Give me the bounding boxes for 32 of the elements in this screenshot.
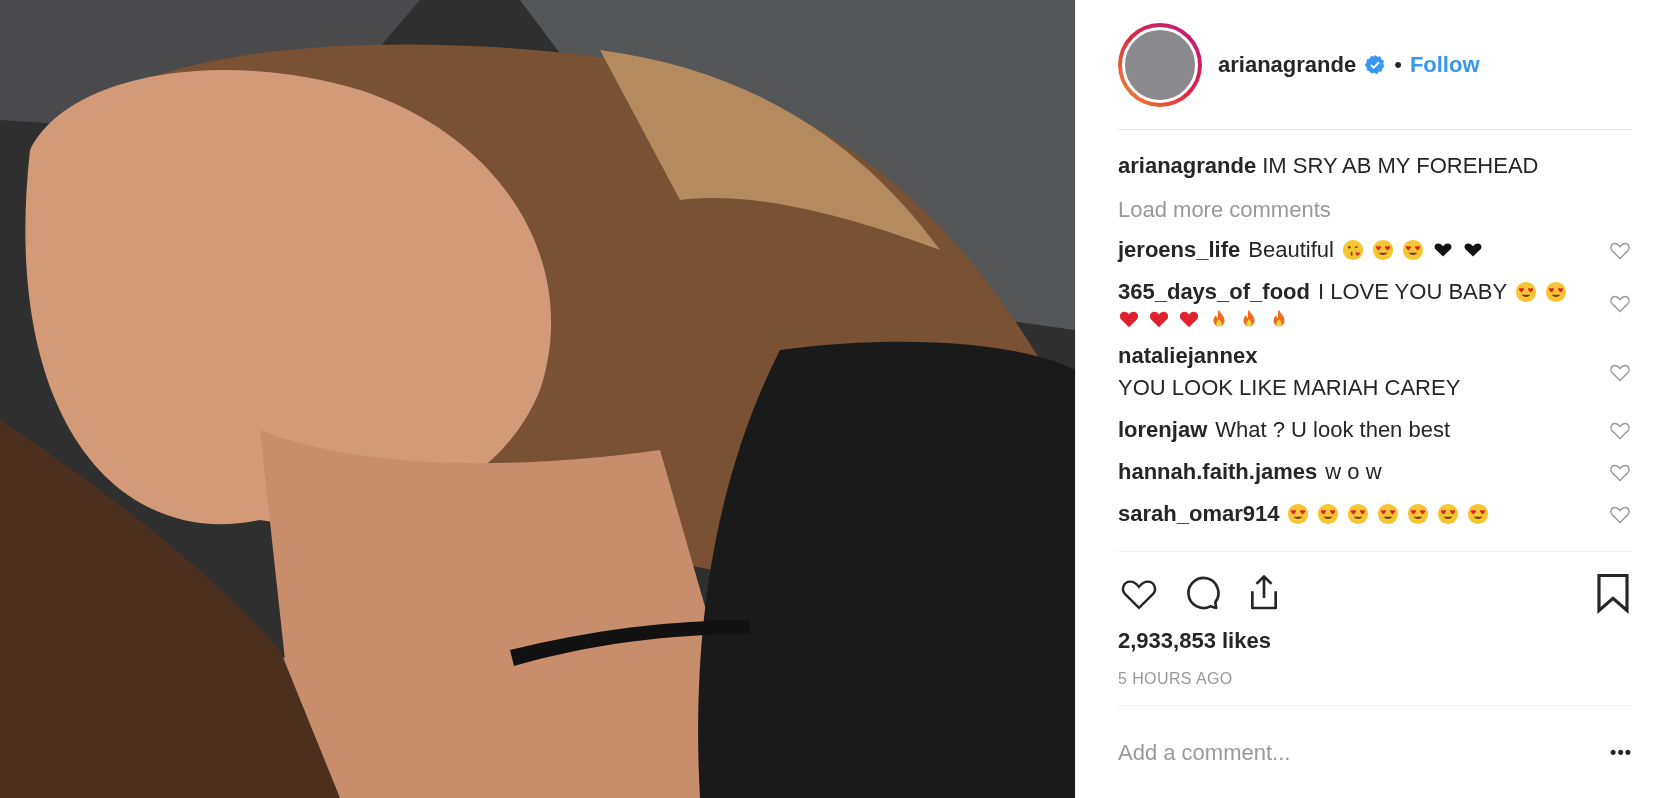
heart-eyes-emoji-icon xyxy=(1347,503,1370,525)
likes-count[interactable]: 2,933,853 likes xyxy=(1118,624,1632,657)
comment-username[interactable]: lorenjaw xyxy=(1118,414,1208,446)
heart-eyes-emoji-icon xyxy=(1515,281,1538,303)
heart-eyes-emoji-icon xyxy=(1377,503,1400,525)
heart-eyes-emoji-icon xyxy=(1371,239,1394,261)
heart-eyes-emoji-icon xyxy=(1287,503,1310,525)
username-link[interactable]: arianagrande xyxy=(1218,48,1357,81)
heart-eyes-emoji-icon xyxy=(1437,503,1460,525)
heart-eyes-emoji-icon xyxy=(1317,503,1340,525)
more-options-button[interactable]: ••• xyxy=(1610,738,1632,766)
comment-input[interactable]: Add a comment... xyxy=(1118,735,1611,769)
comment-username[interactable]: hannah.faith.james xyxy=(1118,456,1318,488)
comment-username[interactable]: 365_days_of_food xyxy=(1118,276,1310,308)
heart-eyes-emoji-icon xyxy=(1407,503,1430,525)
comment-username[interactable]: jeroens_life xyxy=(1118,234,1241,266)
comment-text: What ? U look then best xyxy=(1215,416,1451,444)
caption-text: IM SRY AB MY FOREHEAD xyxy=(1262,153,1539,178)
comment-username[interactable]: nataliejannex xyxy=(1118,340,1258,372)
separator-dot: • xyxy=(1394,51,1402,79)
bookmark-icon[interactable] xyxy=(1594,572,1632,614)
heart-eyes-emoji-icon xyxy=(1401,239,1424,261)
comment-text: w o w xyxy=(1325,458,1382,486)
comment-text: YOU LOOK LIKE MARIAH CAREY xyxy=(1118,374,1461,402)
comment-text: I LOVE YOU BABY xyxy=(1317,278,1508,306)
heart-eyes-emoji-icon xyxy=(1467,503,1490,525)
heart-eyes-emoji-icon xyxy=(1545,281,1568,303)
comment-username[interactable]: sarah_omar914 xyxy=(1118,498,1280,530)
post-time: 5 HOURS AGO xyxy=(1118,667,1632,706)
comment-text: Beautiful xyxy=(1248,236,1334,264)
caption-username[interactable]: arianagrande xyxy=(1118,153,1257,178)
kiss-emoji-icon xyxy=(1341,239,1364,261)
